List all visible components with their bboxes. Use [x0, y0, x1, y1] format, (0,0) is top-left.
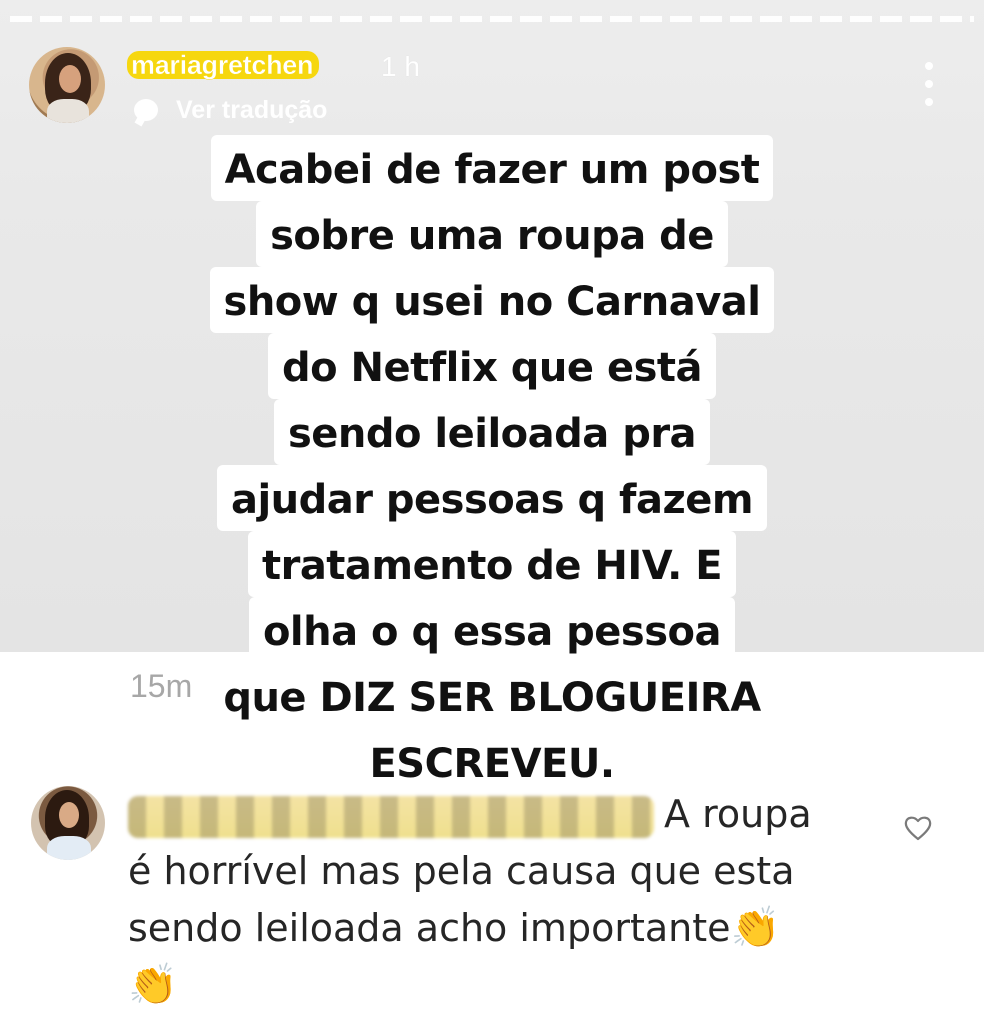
story-caption: Acabei de fazer um post sobre uma roupa …	[180, 135, 804, 795]
comment-line-3: sendo leiloada acho importante👏	[128, 900, 888, 957]
caption-line: sendo leiloada pra	[273, 399, 711, 465]
speech-bubble-icon	[134, 99, 158, 121]
comment-text-start: A roupa	[664, 792, 812, 836]
clapping-hands-icon: 👏	[730, 905, 781, 951]
story-progress-bar	[10, 16, 974, 22]
story-avatar[interactable]	[29, 47, 105, 123]
see-translation-button[interactable]: Ver tradução	[134, 95, 327, 125]
caption-line: sobre uma roupa de	[256, 201, 728, 267]
caption-line: olha o q essa pessoa	[248, 597, 736, 663]
blurred-commenter-username[interactable]	[128, 795, 654, 838]
heart-icon[interactable]	[904, 815, 932, 841]
see-translation-label: Ver tradução	[176, 95, 328, 124]
commenter-avatar[interactable]	[31, 786, 105, 860]
comment-line-1: A roupa	[128, 786, 888, 843]
comment-text-end: sendo leiloada acho importante	[128, 906, 731, 950]
caption-line: Acabei de fazer um post	[210, 135, 774, 201]
comment: A roupa é horrível mas pela causa que es…	[128, 786, 888, 1014]
caption-line: show q usei no Carnaval	[209, 267, 775, 333]
comment-line-4: 👏	[128, 957, 888, 1014]
caption-line: que DIZ SER BLOGUEIRA	[209, 663, 775, 729]
more-vertical-icon[interactable]	[921, 62, 937, 106]
caption-line: ajudar pessoas q fazem	[216, 465, 768, 531]
clapping-hands-icon: 👏	[128, 962, 178, 1008]
caption-line: do Netflix que está	[267, 333, 717, 399]
caption-line: tratamento de HIV. E	[247, 531, 737, 597]
comment-line-2: é horrível mas pela causa que esta	[128, 849, 795, 893]
story-timestamp: 1 h	[381, 51, 420, 82]
story-username[interactable]: mariagretchen	[127, 51, 320, 79]
